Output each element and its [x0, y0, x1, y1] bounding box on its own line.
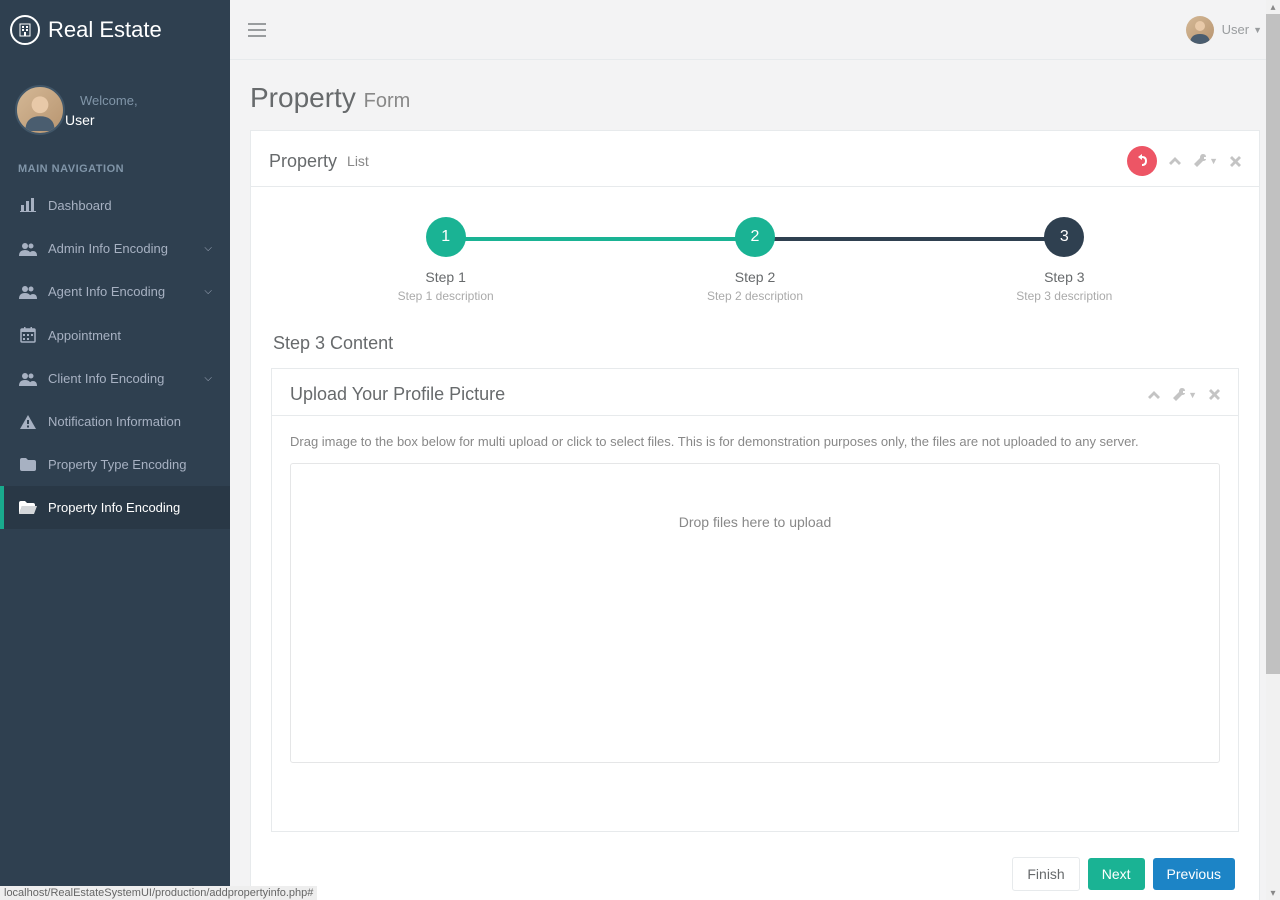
sidebar-item-label: Appointment: [48, 328, 121, 343]
upload-header: Upload Your Profile Picture ▼: [272, 369, 1238, 416]
nav-header: MAIN NAVIGATION: [0, 145, 230, 183]
topbar: User ▼: [230, 0, 1280, 60]
page-title: Property Form: [250, 82, 1260, 114]
panel-title: Property: [269, 151, 337, 172]
sidebar-item-label: Agent Info Encoding: [48, 284, 165, 299]
sidebar-item-agent[interactable]: Agent Info Encoding ⌵: [0, 270, 230, 313]
back-button[interactable]: [1127, 146, 1157, 176]
wrench-icon[interactable]: ▼: [1172, 388, 1197, 402]
sidebar-item-label: Admin Info Encoding: [48, 241, 168, 256]
close-icon[interactable]: [1209, 389, 1220, 400]
step-title: Step 3: [910, 269, 1219, 285]
sidebar-item-property-type[interactable]: Property Type Encoding: [0, 443, 230, 486]
upload-tools: ▼: [1148, 388, 1220, 402]
step-circle: 3: [1044, 217, 1084, 257]
step-desc: Step 3 description: [910, 289, 1219, 303]
sidebar-item-client[interactable]: Client Info Encoding ⌵: [0, 357, 230, 400]
next-button[interactable]: Next: [1088, 858, 1145, 890]
step-desc: Step 2 description: [600, 289, 909, 303]
chevron-up-icon[interactable]: [1169, 157, 1181, 165]
user-panel: Welcome, User: [0, 60, 230, 145]
scroll-thumb[interactable]: [1266, 14, 1280, 674]
calendar-icon: [18, 327, 38, 343]
step-desc: Step 1 description: [291, 289, 600, 303]
chevron-up-icon[interactable]: [1148, 391, 1160, 399]
wizard-buttons: Finish Next Previous: [271, 857, 1239, 891]
upload-body: Drag image to the box below for multi up…: [272, 416, 1238, 781]
step-3[interactable]: 3 Step 3 Step 3 description: [910, 217, 1219, 303]
sidebar-item-label: Client Info Encoding: [48, 371, 164, 386]
sidebar-item-label: Notification Information: [48, 414, 181, 429]
sidebar: Real Estate Welcome, User MAIN NAVIGATIO…: [0, 0, 230, 900]
folder-icon: [18, 458, 38, 471]
scroll-up-icon[interactable]: ▴: [1266, 0, 1280, 14]
finish-button[interactable]: Finish: [1012, 857, 1079, 891]
chevron-down-icon: ⌵: [204, 373, 212, 384]
users-icon: [18, 242, 38, 256]
users-icon: [18, 372, 38, 386]
previous-button[interactable]: Previous: [1153, 858, 1235, 890]
hamburger-icon[interactable]: [248, 23, 266, 37]
panel-property: Property List ▼ 1 Step 1: [250, 130, 1260, 900]
panel-list-link[interactable]: List: [347, 153, 369, 169]
building-icon: [10, 15, 40, 45]
brand-title: Real Estate: [48, 17, 162, 43]
users-icon: [18, 285, 38, 299]
step-title: Step 1: [291, 269, 600, 285]
file-dropzone[interactable]: Drop files here to upload: [290, 463, 1220, 763]
upload-helper: Drag image to the box below for multi up…: [290, 434, 1220, 449]
step-circle: 1: [426, 217, 466, 257]
wizard-steps: 1 Step 1 Step 1 description 2 Step 2 Ste…: [291, 217, 1219, 303]
content: Property Form Property List ▼: [230, 60, 1280, 900]
upload-title: Upload Your Profile Picture: [290, 384, 505, 405]
sidebar-item-label: Property Type Encoding: [48, 457, 187, 472]
step-2[interactable]: 2 Step 2 Step 2 description: [600, 217, 909, 303]
chevron-down-icon: ⌵: [204, 286, 212, 297]
brand: Real Estate: [0, 0, 230, 60]
folder-open-icon: [18, 501, 38, 514]
sidebar-item-appointment[interactable]: Appointment: [0, 313, 230, 357]
welcome-text: Welcome,: [80, 93, 138, 108]
close-icon[interactable]: [1230, 156, 1241, 167]
avatar: [1186, 16, 1214, 44]
step-content-title: Step 3 Content: [271, 333, 1239, 354]
panel-header: Property List ▼: [251, 131, 1259, 187]
step-title: Step 2: [600, 269, 909, 285]
avatar: [15, 85, 65, 135]
wrench-icon[interactable]: ▼: [1193, 154, 1218, 168]
step-circle: 2: [735, 217, 775, 257]
main: User ▼ Property Form Property List ▼: [230, 0, 1280, 900]
user-name: User: [65, 112, 138, 128]
warning-icon: [18, 415, 38, 429]
sidebar-item-label: Property Info Encoding: [48, 500, 180, 515]
user-menu[interactable]: User ▼: [1186, 16, 1262, 44]
sidebar-item-label: Dashboard: [48, 198, 112, 213]
bar-chart-icon: [18, 197, 38, 213]
upload-panel: Upload Your Profile Picture ▼ Drag image…: [271, 368, 1239, 832]
sidebar-item-property-info[interactable]: Property Info Encoding: [0, 486, 230, 529]
sidebar-item-dashboard[interactable]: Dashboard: [0, 183, 230, 227]
dropzone-text: Drop files here to upload: [679, 514, 832, 530]
chevron-down-icon: ⌵: [204, 243, 212, 254]
sidebar-item-admin[interactable]: Admin Info Encoding ⌵: [0, 227, 230, 270]
panel-tools: ▼: [1127, 146, 1241, 176]
sidebar-item-notification[interactable]: Notification Information: [0, 400, 230, 443]
scrollbar[interactable]: ▴ ▾: [1266, 0, 1280, 900]
status-bar: localhost/RealEstateSystemUI/production/…: [0, 886, 317, 900]
page-subtitle: Form: [364, 90, 411, 112]
user-label: User: [1222, 22, 1249, 37]
scroll-down-icon[interactable]: ▾: [1266, 886, 1280, 900]
step-1[interactable]: 1 Step 1 Step 1 description: [291, 217, 600, 303]
panel-body: 1 Step 1 Step 1 description 2 Step 2 Ste…: [251, 187, 1259, 900]
caret-down-icon: ▼: [1253, 25, 1262, 35]
